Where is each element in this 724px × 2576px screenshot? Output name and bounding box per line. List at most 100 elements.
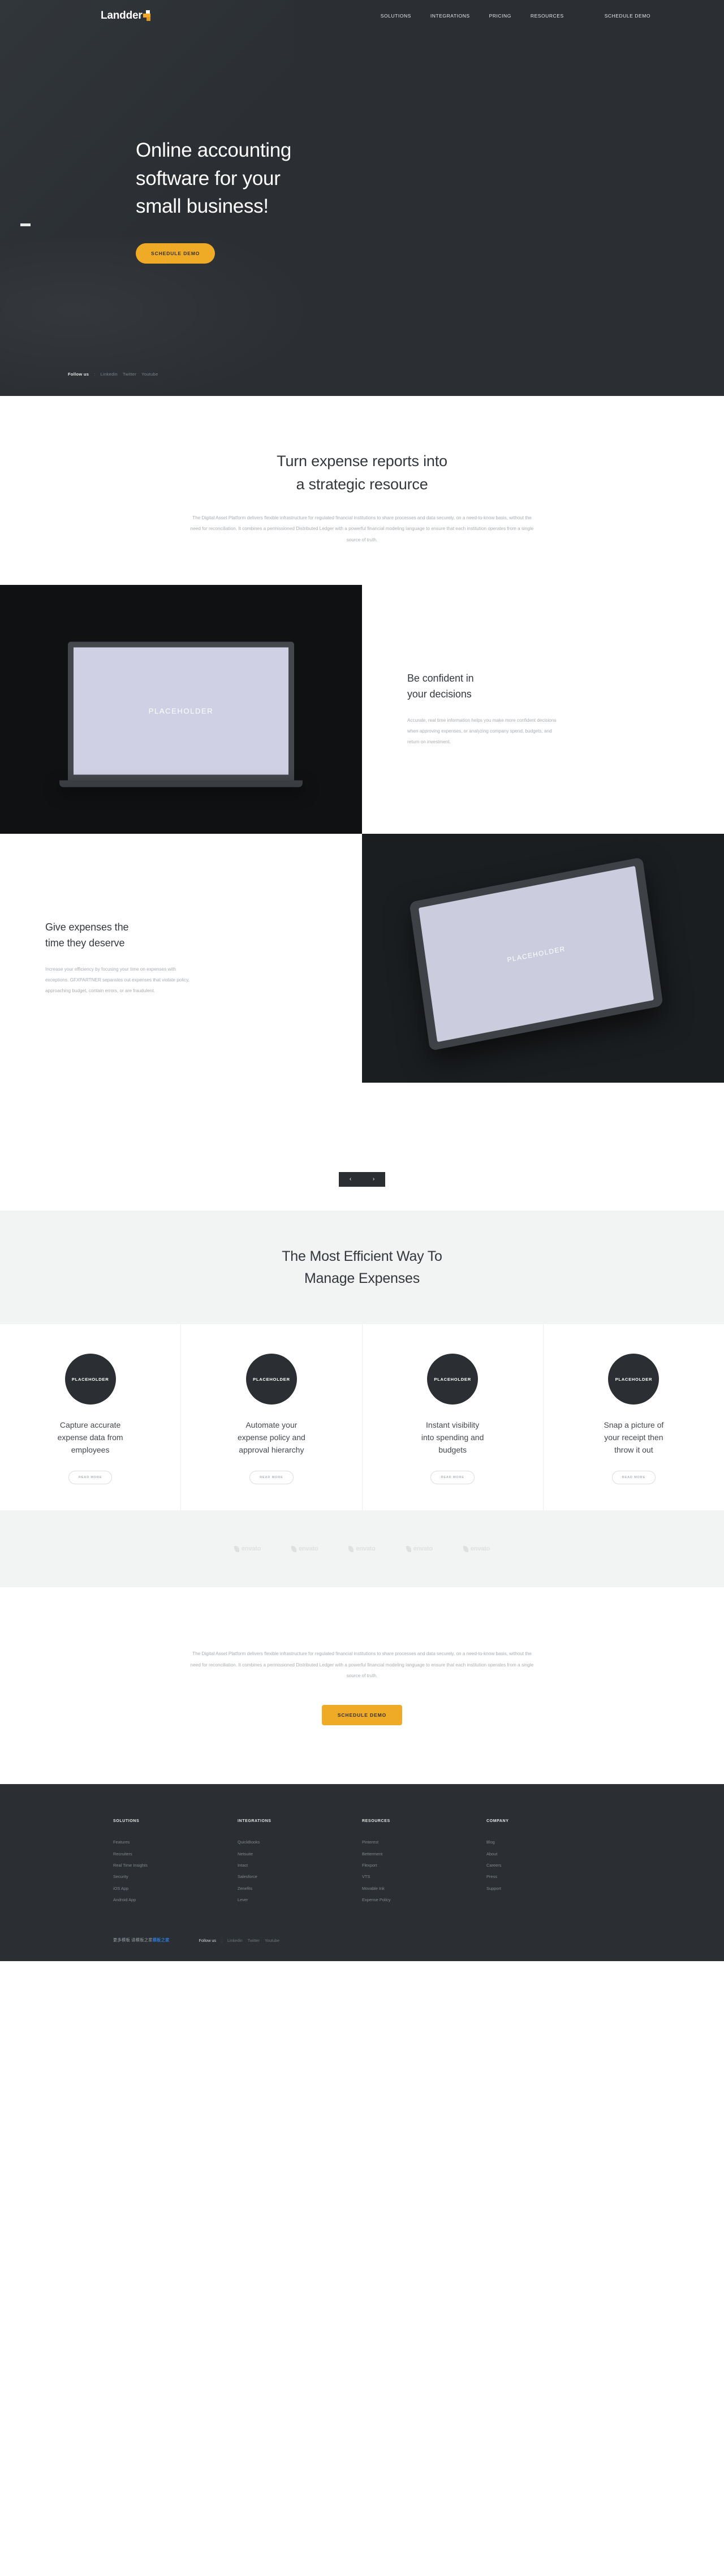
leaf-icon — [291, 1545, 297, 1552]
footer-credit: 更多模板 请模板之家模板之家 — [113, 1937, 170, 1943]
intro-body: The Digital Asset Platform delivers flex… — [190, 515, 534, 542]
read-more-button[interactable]: READ MORE — [430, 1471, 475, 1485]
footer-link[interactable]: Press — [486, 1871, 611, 1883]
footer-column-title: RESOURCES — [362, 1819, 390, 1824]
leaf-icon — [348, 1545, 354, 1552]
footer-link[interactable]: Movable Ink — [362, 1883, 486, 1894]
cta-schedule-demo-button[interactable]: SCHEDULE DEMO — [321, 1705, 403, 1726]
cta-section: The Digital Asset Platform delivers flex… — [0, 1587, 724, 1785]
footer-link[interactable]: Salesforce — [238, 1871, 362, 1883]
footer-credit-link[interactable]: 模板之家 — [153, 1937, 170, 1942]
read-more-button[interactable]: READ MORE — [68, 1471, 113, 1485]
partner-logo: envato — [406, 1545, 433, 1552]
footer-link[interactable]: Expense Policy — [362, 1894, 486, 1906]
footer-follow-label: Follow us — [199, 1937, 216, 1943]
footer-follow-link-twitter[interactable]: Twitter — [248, 1938, 260, 1943]
follow-link-linkedin[interactable]: Linkedin — [101, 372, 118, 377]
feature-card: PLACEHOLDER Capture accurate expense dat… — [0, 1324, 182, 1511]
footer-link[interactable]: Support — [486, 1883, 611, 1894]
partner-logo-label: envato — [470, 1545, 490, 1553]
footer-link[interactable]: Lever — [238, 1894, 362, 1906]
features-heading: The Most Efficient Way To Manage Expense… — [282, 1248, 442, 1286]
footer-link[interactable]: Android App — [113, 1894, 238, 1906]
nav-item-solutions[interactable]: SOLUTIONS — [381, 13, 411, 19]
nav-item-pricing[interactable]: PRICING — [489, 13, 511, 19]
footer-column-title: COMPANY — [486, 1819, 509, 1824]
footer-link[interactable]: Flexport — [362, 1860, 486, 1871]
footer-link[interactable]: Careers — [486, 1860, 611, 1871]
footer-link[interactable]: VTS — [362, 1871, 486, 1883]
intro-heading: Turn expense reports into a strategic re… — [277, 453, 447, 493]
nav-item-integrations[interactable]: INTEGRATIONS — [430, 13, 470, 19]
features-section: The Most Efficient Way To Manage Expense… — [0, 1210, 724, 1588]
cta-body: The Digital Asset Platform delivers flex… — [190, 1651, 534, 1678]
footer-link[interactable]: Pinterest — [362, 1837, 486, 1848]
footer-link[interactable]: QuickBooks — [238, 1837, 362, 1848]
footer-link[interactable]: Features — [113, 1837, 238, 1848]
footer-column-solutions: SOLUTIONS Features Recruiters Real Time … — [113, 1819, 238, 1906]
read-more-button[interactable]: READ MORE — [611, 1471, 656, 1485]
panel-2-heading: Give expenses the time they deserve — [45, 921, 129, 949]
footer-follow-us: Follow us : Linkedin Twitter Youtube — [199, 1938, 279, 1943]
footer-follow-link-youtube[interactable]: Youtube — [265, 1938, 279, 1943]
partner-logo-label: envato — [413, 1545, 433, 1553]
footer-link[interactable]: About — [486, 1849, 611, 1860]
panel-1-heading: Be confident in your decisions — [407, 673, 474, 700]
feature-card: PLACEHOLDER Automate your expense policy… — [181, 1324, 363, 1511]
partner-logo: envato — [348, 1545, 376, 1553]
footer-follow-link-linkedin[interactable]: Linkedin — [227, 1938, 243, 1943]
follow-label: Follow us — [68, 372, 89, 377]
feature-title: Capture accurate expense data from emplo… — [57, 1420, 123, 1454]
footer-link[interactable]: Blog — [486, 1837, 611, 1848]
footer-columns: SOLUTIONS Features Recruiters Real Time … — [113, 1819, 611, 1906]
panel-give-expenses: Give expenses the time they deserve Incr… — [0, 833, 724, 1083]
footer-link[interactable]: Recruiters — [113, 1849, 238, 1860]
intro-section: Turn expense reports into a strategic re… — [0, 396, 724, 585]
placeholder-label: PLACEHOLDER — [434, 1376, 471, 1382]
placeholder-label: PLACEHOLDER — [253, 1376, 290, 1382]
footer-bottom-bar: 更多模板 请模板之家模板之家 Follow us : Linkedin Twit… — [113, 1906, 611, 1961]
hero-title: Online accounting software for your smal… — [136, 139, 292, 218]
chevron-right-icon[interactable]: › — [362, 1172, 385, 1187]
feature-title: Snap a picture of your receipt then thro… — [604, 1420, 664, 1454]
nav-item-schedule-demo[interactable]: SCHEDULE DEMO — [605, 13, 650, 19]
footer-link[interactable]: iOS App — [113, 1883, 238, 1894]
partner-logo-label: envato — [299, 1545, 318, 1553]
chevron-left-icon[interactable]: ‹ — [339, 1172, 362, 1187]
nav-item-resources[interactable]: RESOURCES — [531, 13, 564, 19]
footer-link[interactable]: Betterment — [362, 1849, 486, 1860]
laptop-placeholder-label: PLACEHOLDER — [148, 707, 214, 716]
laptop-mockup: PLACEHOLDER — [59, 641, 303, 787]
feature-card: PLACEHOLDER Instant visibility into spen… — [363, 1324, 544, 1511]
read-more-button[interactable]: READ MORE — [249, 1471, 294, 1485]
plus-blocks-icon — [143, 10, 152, 21]
follow-link-youtube[interactable]: Youtube — [141, 372, 158, 377]
follow-link-twitter[interactable]: Twitter — [123, 372, 136, 377]
feature-title: Instant visibility into spending and bud… — [421, 1420, 484, 1454]
partner-logo-strip: envato envato envato envato envato — [0, 1510, 724, 1588]
brand-name: Landder — [101, 10, 143, 21]
feature-card: PLACEHOLDER Snap a picture of your recei… — [544, 1324, 724, 1510]
tablet-placeholder-label: PLACEHOLDER — [506, 944, 566, 964]
partner-logo-label: envato — [356, 1545, 376, 1553]
footer-link[interactable]: Zenefits — [238, 1883, 362, 1894]
hero-section: Landder SOLUTIONS INTEGRATIONS PRICING R… — [0, 0, 724, 396]
footer-follow-separator: : — [221, 1937, 222, 1943]
feature-title: Automate your expense policy and approva… — [237, 1420, 305, 1454]
footer-link[interactable]: Netsuite — [238, 1849, 362, 1860]
feature-image-placeholder: PLACEHOLDER — [427, 1354, 479, 1405]
main-navigation: Landder SOLUTIONS INTEGRATIONS PRICING R… — [68, 0, 656, 32]
footer-link[interactable]: Intact — [238, 1860, 362, 1871]
feature-image-placeholder: PLACEHOLDER — [64, 1354, 116, 1405]
panel-be-confident: PLACEHOLDER Be confident in your decisio… — [0, 584, 724, 834]
partner-logo: envato — [234, 1545, 261, 1552]
footer-column-company: COMPANY Blog About Careers Press Support — [486, 1819, 611, 1906]
laptop-screen: PLACEHOLDER — [68, 641, 294, 781]
hero-content: Online accounting software for your smal… — [68, 32, 656, 264]
footer-link[interactable]: Security — [113, 1871, 238, 1883]
brand-logo[interactable]: Landder — [68, 10, 152, 22]
footer-link[interactable]: Real Time Insights — [113, 1860, 238, 1871]
hero-follow-us: Follow us : Linkedin Twitter Youtube — [68, 372, 158, 377]
footer-credit-text: 更多模板 请模板之家 — [113, 1937, 153, 1943]
hero-schedule-demo-button[interactable]: SCHEDULE DEMO — [136, 243, 216, 264]
